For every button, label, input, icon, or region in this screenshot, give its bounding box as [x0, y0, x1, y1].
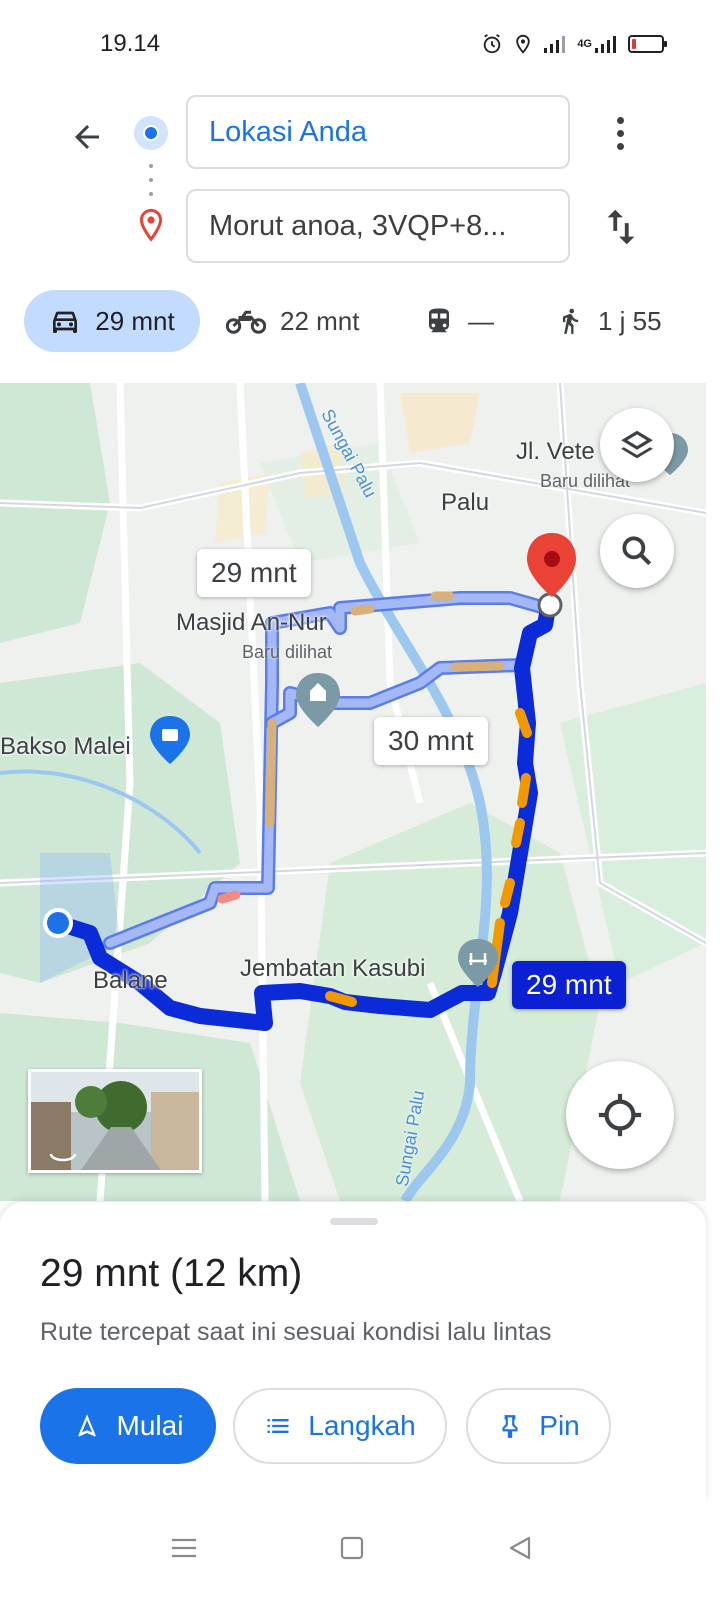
motorcycle-icon — [226, 310, 266, 334]
search-icon — [622, 536, 652, 566]
home-nav-button[interactable] — [330, 1526, 374, 1570]
origin-dot-icon — [134, 116, 168, 150]
car-icon — [53, 311, 78, 333]
bottom-sheet[interactable]: 29 mnt (12 km) Rute tercepat saat ini se… — [0, 1202, 706, 1502]
layers-icon — [621, 430, 653, 459]
map-label-balane: Balane — [93, 967, 168, 994]
menu-nav-button[interactable] — [162, 1526, 206, 1570]
walking-icon — [563, 308, 579, 334]
back-nav-button[interactable] — [498, 1526, 542, 1570]
route-description: Rute tercepat saat ini sesuai kondisi la… — [40, 1318, 552, 1346]
home-square-icon — [340, 1536, 364, 1560]
street-view-image — [31, 1072, 199, 1170]
search-along-route-button[interactable] — [600, 514, 674, 588]
status-time: 19.14 — [100, 30, 161, 57]
data-signal-icon — [595, 36, 616, 53]
map-label-bakso[interactable]: Bakso Malei — [0, 733, 131, 761]
mode-drive-label: 29 mnt — [95, 305, 175, 336]
route-time-bubble-alt[interactable]: 30 mnt — [374, 717, 488, 765]
pin-button[interactable]: Pin — [466, 1388, 611, 1464]
train-icon — [429, 308, 449, 333]
arrow-back-icon — [75, 125, 99, 149]
map-label-baru-dilihat: Baru dilihat — [242, 642, 333, 662]
route-time-bubble-alt[interactable]: 29 mnt — [197, 549, 311, 597]
pin-icon — [502, 1415, 518, 1438]
map-label-masjid[interactable]: Masjid An-Nur — [176, 609, 327, 637]
more-options-button[interactable] — [604, 112, 636, 154]
battery-low-icon — [628, 35, 667, 53]
status-icons: 4G — [481, 30, 667, 58]
map-view[interactable]: Palu Jl. Vete Baru dilihat Masjid An-Nur… — [0, 383, 706, 1201]
navigation-arrow-icon — [77, 1414, 96, 1437]
destination-input[interactable]: Morut anoa, 3VQP+8... — [186, 189, 570, 263]
route-connector — [149, 164, 153, 196]
swap-vert-icon — [607, 209, 635, 245]
back-triangle-icon — [509, 1536, 531, 1560]
list-icon — [267, 1419, 289, 1433]
start-label: Mulai — [116, 1410, 184, 1441]
route-summary: 29 mnt (12 km) — [40, 1252, 303, 1295]
system-nav-bar — [0, 1502, 720, 1600]
layers-button[interactable] — [600, 408, 674, 482]
swap-button[interactable] — [598, 202, 644, 252]
crosshair-icon — [598, 1093, 642, 1137]
origin-input[interactable]: Lokasi Anda — [186, 95, 570, 169]
steps-button[interactable]: Langkah — [233, 1388, 447, 1464]
location-icon — [516, 34, 531, 54]
street-view-thumbnail[interactable] — [28, 1069, 202, 1173]
mode-drive-tab[interactable]: 29 mnt — [24, 290, 200, 352]
current-location-dot — [43, 908, 73, 938]
network-type: 4G — [577, 38, 592, 50]
destination-pin-icon — [139, 208, 163, 242]
mode-motorcycle-tab[interactable]: 22 mnt — [226, 290, 360, 352]
menu-icon — [172, 1538, 196, 1558]
back-button[interactable] — [62, 112, 112, 162]
map-label-palu: Palu — [441, 489, 490, 516]
map-label-jembatan[interactable]: Jembatan Kasubi — [240, 955, 425, 983]
sheet-drag-handle[interactable] — [330, 1218, 378, 1225]
pin-label: Pin — [539, 1410, 580, 1441]
alarm-icon — [484, 34, 501, 54]
mode-transit-label: — — [468, 305, 494, 336]
my-location-button[interactable] — [566, 1061, 674, 1169]
status-bar: 19.14 4G — [0, 0, 720, 90]
urban-area — [400, 393, 480, 453]
route-time-bubble-selected[interactable]: 29 mnt — [512, 961, 626, 1009]
mode-walk-label: 1 j 55 — [598, 305, 662, 336]
mode-walk-tab[interactable]: 1 j 55 — [556, 290, 662, 352]
start-navigation-button[interactable]: Mulai — [40, 1388, 216, 1464]
mode-transit-tab[interactable]: — — [424, 290, 494, 352]
mode-motorcycle-label: 22 mnt — [280, 305, 360, 336]
signal-icon — [544, 36, 566, 53]
steps-label: Langkah — [308, 1410, 416, 1441]
map-label-jl-vete: Jl. Vete — [516, 438, 595, 465]
green-area — [0, 383, 110, 643]
